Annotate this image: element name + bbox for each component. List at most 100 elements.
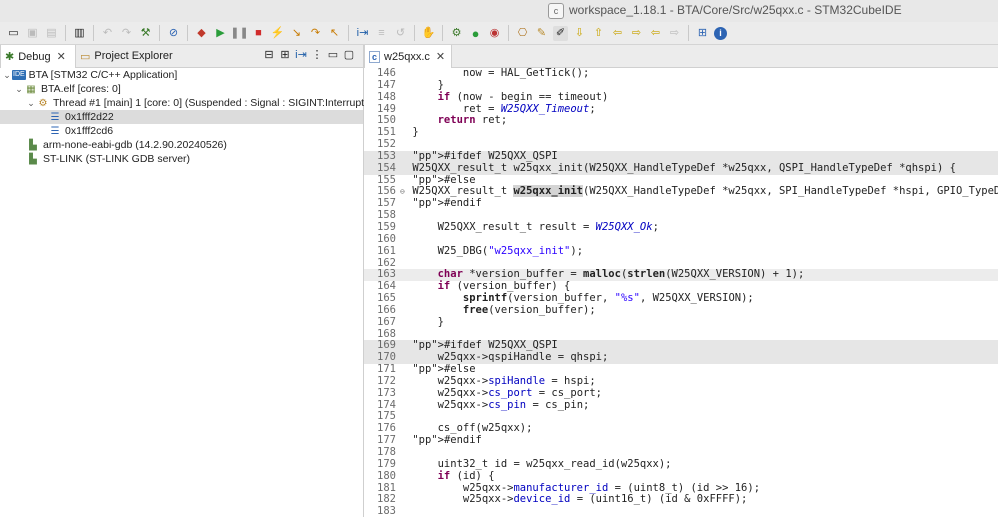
resume-icon[interactable]: ▶ xyxy=(213,26,228,41)
ide-icon: IDE xyxy=(12,70,26,81)
code-line[interactable]: 167 } xyxy=(364,316,998,329)
disconnect-icon[interactable]: ⚡ xyxy=(270,26,285,41)
code-line[interactable]: 182 w25qxx->device_id = (uint16_t) (id &… xyxy=(364,493,998,506)
tab-project-explorer[interactable]: ▭ Project Explorer xyxy=(76,45,173,67)
app-icon: c xyxy=(548,2,564,19)
skip-breakpoints-icon[interactable]: ⊘ xyxy=(166,26,181,41)
tree-item-thread[interactable]: ⌄ ⚙ Thread #1 [main] 1 [core: 0] (Suspende… xyxy=(0,96,367,110)
debug-bug-icon[interactable]: ◆ xyxy=(194,26,209,41)
instruction-stepping-icon[interactable]: i⇥ xyxy=(293,48,309,61)
code-text: "pp">#ifdef W25QXX_QSPI xyxy=(412,149,558,162)
debug-pane: ✱ Debug ✕ ▭ Project Explorer ⊟ ⊞ i⇥ ⋮ ▭ … xyxy=(0,45,368,517)
code-text: cs_off(w25qxx); xyxy=(406,422,533,435)
toolbar-separator xyxy=(348,25,349,41)
layout-icon[interactable]: ⊞ xyxy=(277,48,293,61)
maximize-icon[interactable]: ▢ xyxy=(341,48,357,61)
forward-disabled-icon[interactable]: ⇨ xyxy=(667,26,682,41)
search-icon[interactable]: ✎ xyxy=(534,26,549,41)
minimize-icon[interactable]: ▭ xyxy=(325,48,341,61)
build-icon[interactable]: ⚒ xyxy=(138,26,153,41)
annotation-icon[interactable]: ⇩ xyxy=(572,26,587,41)
gear-icon[interactable]: ⚙ xyxy=(449,26,464,41)
tree-item-frame[interactable]: ☰ 0x1fff2d22 xyxy=(0,110,363,124)
toolbar-separator xyxy=(414,25,415,41)
tree-item-label: BTA.elf [cores: 0] xyxy=(41,83,121,95)
back-history-icon[interactable]: ⇨ xyxy=(629,26,644,41)
new-icon[interactable]: ▭ xyxy=(6,26,21,41)
tab-w25qxx-c[interactable]: c w25qxx.c ✕ xyxy=(364,45,452,68)
line-number: 147 xyxy=(377,78,396,91)
open-type-icon[interactable]: ⎔ xyxy=(515,26,530,41)
tree-item-gdb[interactable]: ▙ arm-none-eabi-gdb (14.2.90.20240526) xyxy=(0,138,363,152)
debug-view-icon: ✱ xyxy=(5,51,15,63)
tree-item-launch[interactable]: ⌄ IDE BTA [STM32 C/C++ Application] xyxy=(0,68,363,82)
collapse-all-icon[interactable]: ⊟ xyxy=(261,48,277,61)
close-icon[interactable]: ✕ xyxy=(436,50,445,63)
next-edit-icon[interactable]: ⇦ xyxy=(610,26,625,41)
expand-chevron-icon[interactable]: ⌄ xyxy=(14,82,24,96)
line-number: 179 xyxy=(377,457,396,470)
tree-item-elf[interactable]: ⌄ ▦ BTA.elf [cores: 0] xyxy=(0,82,363,96)
code-text: sprintf(version_buffer, "%s", W25QXX_VER… xyxy=(462,292,754,305)
code-line[interactable]: 174 w25qxx->cs_pin = cs_pin; xyxy=(364,399,998,412)
toolbar-separator xyxy=(93,25,94,41)
instruction-step-icon[interactable]: i⇥ xyxy=(355,26,370,41)
terminate-icon[interactable]: ■ xyxy=(251,26,266,41)
code-text: uint32_t id = w25qxx_read_id(w25qxx); xyxy=(406,457,672,470)
run-icon[interactable]: ● xyxy=(468,26,483,41)
code-line[interactable]: 177 "pp">#endif xyxy=(364,434,998,447)
tab-debug[interactable]: ✱ Debug ✕ xyxy=(0,45,76,68)
code-text: "pp">#ifdef W25QXX_QSPI xyxy=(412,339,558,352)
tree-item-label: Thread #1 [main] 1 [core: 0] (Suspended … xyxy=(53,97,368,109)
line-number: 160 xyxy=(377,232,396,245)
step-into-icon[interactable]: ↘ xyxy=(289,26,304,41)
save-all-icon[interactable]: ▤ xyxy=(44,26,59,41)
forward-icon[interactable]: ↷ xyxy=(119,26,134,41)
line-number: 154 xyxy=(377,161,396,174)
code-line[interactable]: 161 W25_DBG("w25qxx_init"); xyxy=(364,245,998,258)
external-tools-icon[interactable]: ✋ xyxy=(421,26,436,41)
code-text: "pp">#endif xyxy=(412,434,482,447)
code-line[interactable]: 183 xyxy=(364,505,998,517)
expand-chevron-icon[interactable]: ⌄ xyxy=(2,68,12,82)
tree-item-frame[interactable]: ☰ 0x1fff2cd6 xyxy=(0,124,363,138)
view-menu-icon[interactable]: ⋮ xyxy=(309,48,325,61)
tree-item-label: BTA [STM32 C/C++ Application] xyxy=(28,69,178,81)
line-number: 183 xyxy=(377,505,396,517)
suspend-icon[interactable]: ❚❚ xyxy=(230,26,248,41)
debug-run-icon[interactable]: ◉ xyxy=(487,26,502,41)
back-icon[interactable]: ↶ xyxy=(100,26,115,41)
code-line[interactable]: 150 return ret; xyxy=(364,114,998,127)
stack-frame-icon: ☰ xyxy=(50,126,60,137)
code-text: w25qxx->device_id = (uint16_t) (id & 0xF… xyxy=(406,493,748,506)
tree-item-label: arm-none-eabi-gdb (14.2.90.20240526) xyxy=(43,139,227,151)
forward-history-icon[interactable]: ⇦ xyxy=(648,26,663,41)
editor-tab-bar: c w25qxx.c ✕ xyxy=(364,45,998,68)
toolbar-separator xyxy=(159,25,160,41)
restart-icon[interactable]: ↺ xyxy=(393,26,408,41)
close-icon[interactable]: ✕ xyxy=(57,50,66,63)
code-line[interactable]: 157 "pp">#endif xyxy=(364,197,998,210)
code-line[interactable]: 146 now = HAL_GetTick(); xyxy=(364,68,998,80)
step-return-icon[interactable]: ↖ xyxy=(327,26,342,41)
step-over-icon[interactable]: ↷ xyxy=(308,26,323,41)
expand-chevron-icon[interactable]: ⌄ xyxy=(26,96,36,110)
elf-icon: ▦ xyxy=(26,84,36,95)
info-icon[interactable]: i xyxy=(714,26,727,40)
tree-item-stlink[interactable]: ▙ ST-LINK (ST-LINK GDB server) xyxy=(0,152,363,166)
code-editor[interactable]: 146 now = HAL_GetTick(); 147 } 148 if (now… xyxy=(364,68,998,517)
open-perspective-icon[interactable]: ⊞ xyxy=(695,26,710,41)
code-line[interactable]: 151 } xyxy=(364,126,998,139)
code-line[interactable]: 159 W25QXX_result_t result = W25QXX_Ok; xyxy=(364,221,998,234)
drop-frame-icon[interactable]: ≡ xyxy=(374,26,389,41)
binary-icon[interactable]: ▥ xyxy=(72,26,87,41)
save-icon[interactable]: ▣ xyxy=(25,26,40,41)
prev-edit-icon[interactable]: ⇧ xyxy=(591,26,606,41)
code-line[interactable]: 166 free(version_buffer); xyxy=(364,304,998,317)
code-text: } xyxy=(406,126,419,139)
highlight-icon[interactable]: ✐ xyxy=(553,25,568,41)
